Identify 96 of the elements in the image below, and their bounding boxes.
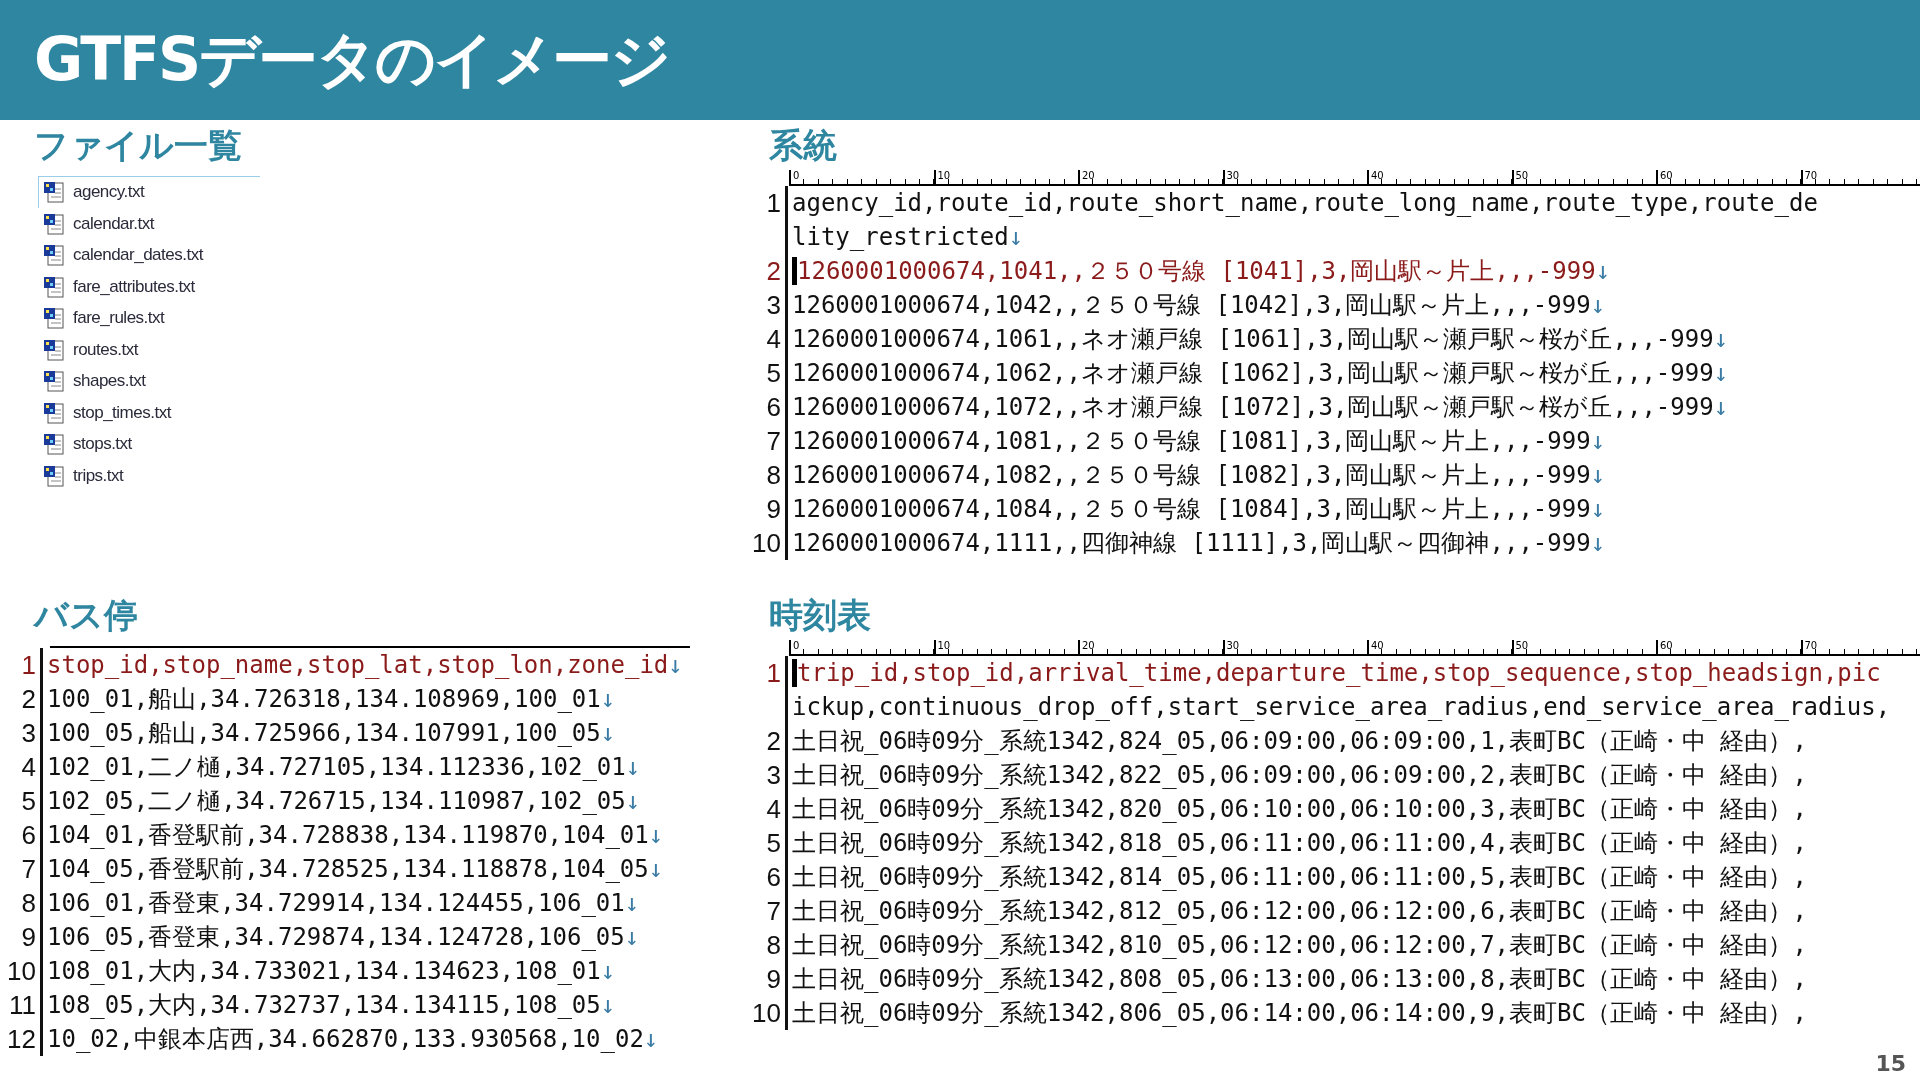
line-number: 4 — [765, 793, 782, 825]
line-number: 8 — [765, 929, 782, 961]
text-file-icon — [43, 275, 65, 298]
file-item[interactable]: fare_rules.txt — [38, 302, 260, 334]
column-ruler: 0 10 20 30 40 50 60 70 — [789, 640, 1920, 656]
code-line: 102_05,二ノ樋,34.726715,134.110987,102_05↓ — [47, 786, 641, 817]
code-line: 土日祝_06時09分_系統1342,818_05,06:11:00,06:11:00,4,表町BC（正崎・中 経由）, — [792, 828, 1807, 859]
code-line: 土日祝_06時09分_系統1342,824_05,06:09:00,06:09:00,1,表町BC（正崎・中 経由）, — [792, 726, 1807, 757]
text-file-icon — [43, 401, 65, 424]
line-number: 8 — [20, 887, 37, 919]
code-line: trip_id,stop_id,arrival_time,departure_time,stop_sequence,stop_headsign,pic — [797, 659, 1881, 687]
line-number: 1 — [20, 649, 37, 681]
section-heading: 時刻表 — [768, 594, 872, 637]
line-number: 6 — [20, 819, 37, 851]
file-item[interactable]: calendar_dates.txt — [38, 239, 260, 271]
line-number: 4 — [765, 323, 782, 355]
line-number: 8 — [765, 459, 782, 491]
file-item[interactable]: agency.txt — [38, 176, 260, 208]
line-number: 1 — [765, 657, 782, 689]
line-number: 5 — [765, 357, 782, 389]
file-item[interactable]: fare_attributes.txt — [38, 270, 260, 302]
line-number: 2 — [765, 255, 782, 287]
code-line: 1260001000674,1042,,２５０号線 [1042],3,岡山駅～片上,,,-999↓ — [792, 290, 1606, 321]
file-item[interactable]: trips.txt — [38, 459, 260, 491]
code-line: 土日祝_06時09分_系統1342,812_05,06:12:00,06:12:00,6,表町BC（正崎・中 経由）, — [792, 896, 1807, 927]
section-heading: バス停 — [32, 594, 139, 637]
code-line: 1260001000674,1061,,ネオ瀬戸線 [1061],3,岡山駅～瀬戸駅～桜が丘,,,-999↓ — [792, 324, 1729, 355]
line-number: 5 — [20, 785, 37, 817]
code-line: 1260001000674,1081,,２５０号線 [1081],3,岡山駅～片上,,,-999↓ — [792, 426, 1606, 457]
text-file-icon — [43, 244, 65, 267]
code-line: lity_restricted↓ — [792, 223, 1024, 251]
code-line: 土日祝_06時09分_系統1342,806_05,06:14:00,06:14:00,9,表町BC（正崎・中 経由）, — [792, 998, 1807, 1029]
text-file-icon — [43, 181, 65, 204]
line-number: 7 — [20, 853, 37, 885]
code-line: 10_02,中銀本店西,34.662870,133.930568,10_02↓ — [47, 1024, 659, 1055]
text-file-icon — [43, 464, 65, 487]
file-item[interactable]: calendar.txt — [38, 207, 260, 239]
line-number: 9 — [20, 921, 37, 953]
text-cursor — [792, 257, 797, 285]
code-line: 土日祝_06時09分_系統1342,810_05,06:12:00,06:12:00,7,表町BC（正崎・中 経由）, — [792, 930, 1807, 961]
line-number: 5 — [765, 827, 782, 859]
line-number: 6 — [765, 861, 782, 893]
code-line: 106_01,香登東,34.729914,134.124455,106_01↓ — [47, 888, 640, 919]
line-number: 2 — [765, 725, 782, 757]
section-heading: ファイル一覧 — [34, 124, 243, 167]
code-line: 100_01,船山,34.726318,134.108969,100_01↓ — [47, 684, 616, 715]
text-file-icon — [43, 338, 65, 361]
code-line: 1260001000674,1041,,２５０号線 [1041],3,岡山駅～片上,,,-999↓ — [797, 256, 1611, 287]
text-file-icon — [43, 370, 65, 393]
column-ruler: 0 10 20 30 40 50 60 70 — [789, 170, 1920, 186]
code-line: 108_05,大内,34.732737,134.134115,108_05↓ — [47, 990, 616, 1021]
line-number: 2 — [20, 683, 37, 715]
code-line: 土日祝_06時09分_系統1342,822_05,06:09:00,06:09:00,2,表町BC（正崎・中 経由）, — [792, 760, 1807, 791]
line-number: 3 — [20, 717, 37, 749]
code-line: 104_05,香登駅前,34.728525,134.118878,104_05↓ — [47, 854, 664, 885]
file-item[interactable]: shapes.txt — [38, 365, 260, 397]
line-number: 12 — [6, 1023, 37, 1055]
line-number: 10 — [6, 955, 37, 987]
file-item[interactable]: stop_times.txt — [38, 396, 260, 428]
file-item[interactable]: routes.txt — [38, 333, 260, 365]
code-line: 100_05,船山,34.725966,134.107991,100_05↓ — [47, 718, 616, 749]
line-number: 7 — [765, 425, 782, 457]
code-line: 土日祝_06時09分_系統1342,808_05,06:13:00,06:13:00,8,表町BC（正崎・中 経由）, — [792, 964, 1807, 995]
line-number: 3 — [765, 289, 782, 321]
code-line: 104_01,香登駅前,34.728838,134.119870,104_01↓ — [47, 820, 664, 851]
code-line: agency_id,route_id,route_short_name,route_long_name,route_type,route_de — [792, 189, 1818, 217]
code-line: 土日祝_06時09分_系統1342,820_05,06:10:00,06:10:00,3,表町BC（正崎・中 経由）, — [792, 794, 1807, 825]
code-line: 1260001000674,1111,,四御神線 [1111],3,岡山駅～四御神,,,-999↓ — [792, 528, 1606, 559]
file-item[interactable]: stops.txt — [38, 428, 260, 460]
line-number: 9 — [765, 493, 782, 525]
slide-title: GTFSデータのイメージ — [34, 22, 670, 96]
code-line: 1260001000674,1082,,２５０号線 [1082],3,岡山駅～片上,,,-999↓ — [792, 460, 1606, 491]
code-line: stop_id,stop_name,stop_lat,stop_lon,zone_id↓ — [47, 651, 683, 679]
section-heading: 系統 — [768, 124, 838, 167]
code-line: 102_01,二ノ樋,34.727105,134.112336,102_01↓ — [47, 752, 641, 783]
code-line: 土日祝_06時09分_系統1342,814_05,06:11:00,06:11:00,5,表町BC（正崎・中 経由）, — [792, 862, 1807, 893]
line-number: 4 — [20, 751, 37, 783]
text-cursor — [792, 659, 797, 687]
page-number: 15 — [1875, 1051, 1906, 1076]
line-number: 9 — [765, 963, 782, 995]
line-number: 10 — [751, 997, 782, 1029]
code-line: ickup,continuous_drop_off,start_service_area_radius,end_service_area_radius, — [792, 693, 1891, 721]
code-line: 106_05,香登東,34.729874,134.124728,106_05↓ — [47, 922, 640, 953]
line-number: 10 — [751, 527, 782, 559]
line-number: 11 — [8, 989, 37, 1021]
code-line: 108_01,大内,34.733021,134.134623,108_01↓ — [47, 956, 616, 987]
code-line: 1260001000674,1072,,ネオ瀬戸線 [1072],3,岡山駅～瀬戸駅～桜が丘,,,-999↓ — [792, 392, 1729, 423]
code-line: 1260001000674,1062,,ネオ瀬戸線 [1062],3,岡山駅～瀬戸駅～桜が丘,,,-999↓ — [792, 358, 1729, 389]
line-number: 7 — [765, 895, 782, 927]
text-file-icon — [43, 212, 65, 235]
line-number: 6 — [765, 391, 782, 423]
line-number: 3 — [765, 759, 782, 791]
text-file-icon — [43, 307, 65, 330]
text-file-icon — [43, 433, 65, 456]
line-number: 1 — [765, 187, 782, 219]
code-line: 1260001000674,1084,,２５０号線 [1084],3,岡山駅～片上,,,-999↓ — [792, 494, 1606, 525]
